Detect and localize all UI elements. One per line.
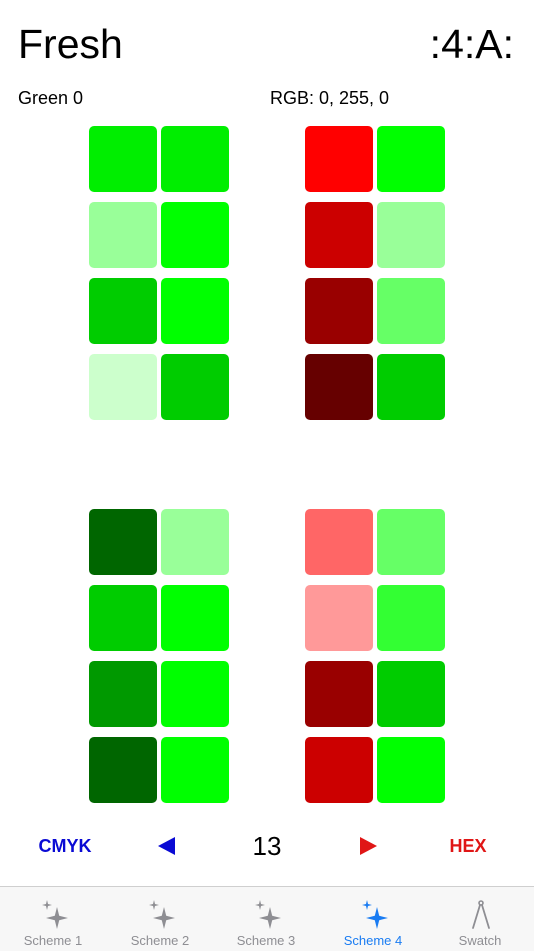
color-swatch[interactable] [305, 737, 373, 803]
color-swatch[interactable] [161, 509, 229, 575]
swatch-grid-bottom-left [89, 509, 229, 805]
color-swatch[interactable] [89, 585, 157, 651]
color-swatch[interactable] [89, 278, 157, 344]
color-swatch[interactable] [89, 202, 157, 268]
tab-label: Scheme 2 [130, 933, 190, 948]
color-swatch[interactable] [377, 126, 445, 192]
sparkle-icon [42, 900, 68, 929]
sparkle-icon [255, 900, 281, 929]
color-swatch[interactable] [305, 509, 373, 575]
color-swatch[interactable] [89, 509, 157, 575]
color-swatch[interactable] [377, 509, 445, 575]
color-swatch[interactable] [377, 202, 445, 268]
next-button[interactable] [352, 826, 384, 866]
color-name-label: Green 0 [18, 88, 84, 108]
tab-label: Swatch [458, 933, 502, 948]
color-swatch[interactable] [305, 126, 373, 192]
color-swatch[interactable] [161, 661, 229, 727]
compass-icon [472, 900, 490, 929]
triangle-right-icon [359, 836, 377, 855]
scheme-counter: 13 [252, 831, 282, 861]
sparkle-icon [362, 900, 388, 929]
tab-scheme-1[interactable]: Scheme 1 [0, 887, 106, 951]
color-swatch[interactable] [305, 585, 373, 651]
tab-bar: Scheme 1 Scheme 2 Scheme 3 Scheme 4 Swat… [0, 886, 534, 951]
swatch-grid-top-right [305, 126, 445, 422]
tab-scheme-3[interactable]: Scheme 3 [213, 887, 319, 951]
color-swatch[interactable] [377, 278, 445, 344]
cmyk-button[interactable]: CMYK [24, 826, 106, 866]
color-swatch[interactable] [305, 202, 373, 268]
color-swatch[interactable] [377, 354, 445, 420]
color-swatch[interactable] [305, 278, 373, 344]
scheme-controls: CMYK 13 HEX [0, 826, 534, 866]
color-swatch[interactable] [161, 278, 229, 344]
swatch-grid-bottom-right [305, 509, 445, 805]
color-swatch[interactable] [89, 737, 157, 803]
color-swatch[interactable] [161, 737, 229, 803]
page-title: Fresh [18, 21, 123, 67]
color-swatch[interactable] [89, 126, 157, 192]
sparkle-icon [149, 900, 175, 929]
tab-label: Scheme 4 [343, 933, 403, 948]
color-swatch[interactable] [89, 661, 157, 727]
color-swatch[interactable] [305, 354, 373, 420]
tab-label: Scheme 1 [23, 933, 83, 948]
color-swatch[interactable] [305, 661, 373, 727]
rgb-value-label: RGB: 0, 255, 0 [270, 88, 390, 108]
color-swatch[interactable] [161, 202, 229, 268]
color-swatch[interactable] [161, 126, 229, 192]
color-swatch[interactable] [161, 354, 229, 420]
color-swatch[interactable] [377, 737, 445, 803]
color-swatch[interactable] [161, 585, 229, 651]
tab-scheme-2[interactable]: Scheme 2 [107, 887, 213, 951]
color-swatch[interactable] [377, 585, 445, 651]
tab-swatch[interactable]: Swatch [427, 887, 533, 951]
hex-button[interactable]: HEX [430, 826, 506, 866]
triangle-left-icon [157, 836, 175, 855]
color-swatch[interactable] [89, 354, 157, 420]
tab-scheme-4[interactable]: Scheme 4 [320, 887, 426, 951]
color-swatch[interactable] [377, 661, 445, 727]
swatch-grid-top-left [89, 126, 229, 422]
previous-button[interactable] [150, 826, 182, 866]
scheme-badge: :4:A: [429, 21, 514, 67]
tab-label: Scheme 3 [236, 933, 296, 948]
